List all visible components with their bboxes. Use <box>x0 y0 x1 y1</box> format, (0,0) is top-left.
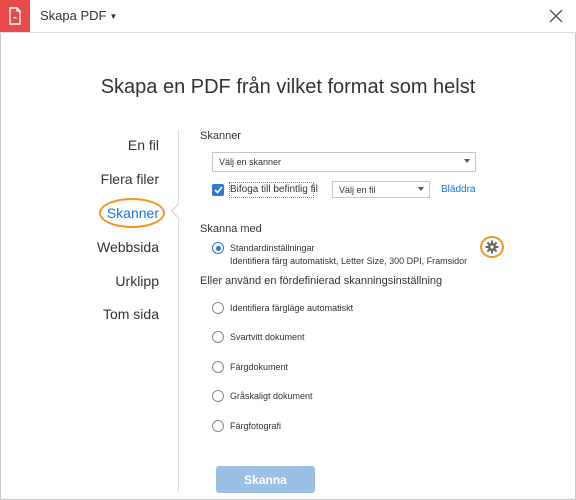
nav-item-skanner[interactable]: Skanner <box>107 205 159 221</box>
scan-button[interactable]: Skanna <box>216 466 315 493</box>
scan-with-label: Skanna med <box>200 223 262 235</box>
scan-settings-button[interactable] <box>480 236 504 258</box>
append-checkbox-label[interactable]: Bifoga till befintlig fil <box>230 184 318 195</box>
title-bar: Skapa PDF ▼ <box>0 0 576 33</box>
preset-label[interactable]: Identifiera färgläge automatiskt <box>230 303 353 313</box>
default-settings-description: Identifiera färg automatiskt, Letter Siz… <box>230 256 468 266</box>
dropdown-arrow-icon <box>418 187 424 191</box>
preset-label[interactable]: Gråskaligt dokument <box>230 391 313 401</box>
close-icon <box>549 9 563 23</box>
scanner-select[interactable]: Välj en skanner <box>212 152 476 172</box>
nav-item-webbsida[interactable]: Webbsida <box>97 239 159 255</box>
gear-icon <box>485 240 499 254</box>
nav-item-flera-filer[interactable]: Flera filer <box>101 171 159 187</box>
radio-preset-bw[interactable] <box>212 331 224 343</box>
close-button[interactable] <box>546 6 566 26</box>
preset-label[interactable]: Färgdokument <box>230 362 288 372</box>
scanner-select-value: Välj en skanner <box>219 157 282 167</box>
dropdown-arrow-icon <box>464 159 470 163</box>
append-checkbox[interactable] <box>212 184 224 196</box>
nav-item-urklipp[interactable]: Urklipp <box>115 273 159 289</box>
presets-label: Eller använd en fördefinierad skanningsi… <box>200 275 443 287</box>
radio-preset-color-photo[interactable] <box>212 420 224 432</box>
default-settings-label[interactable]: Standardinställningar <box>230 243 315 253</box>
nav-item-en-fil[interactable]: En fil <box>128 137 159 153</box>
nav-divider <box>178 130 179 492</box>
preset-label[interactable]: Färgfotografi <box>230 421 281 431</box>
radio-preset-auto-color[interactable] <box>212 302 224 314</box>
app-title-menu[interactable]: Skapa PDF ▼ <box>40 8 117 23</box>
checkmark-icon <box>213 186 223 194</box>
pdf-document-icon <box>0 0 30 32</box>
radio-preset-color-doc[interactable] <box>212 361 224 373</box>
radio-default-settings[interactable] <box>212 242 224 254</box>
browse-link[interactable]: Bläddra <box>441 184 475 195</box>
file-select[interactable]: Välj en fil <box>332 181 430 198</box>
preset-label[interactable]: Svartvitt dokument <box>230 332 305 342</box>
nav-item-tom-sida[interactable]: Tom sida <box>103 306 159 322</box>
app-title-text: Skapa PDF <box>40 8 107 23</box>
radio-preset-grayscale[interactable] <box>212 390 224 402</box>
chevron-down-icon: ▼ <box>109 11 118 21</box>
page-title: Skapa en PDF från vilket format som hels… <box>100 76 476 98</box>
scanner-section-label: Skanner <box>200 130 241 142</box>
file-select-value: Välj en fil <box>339 184 376 195</box>
